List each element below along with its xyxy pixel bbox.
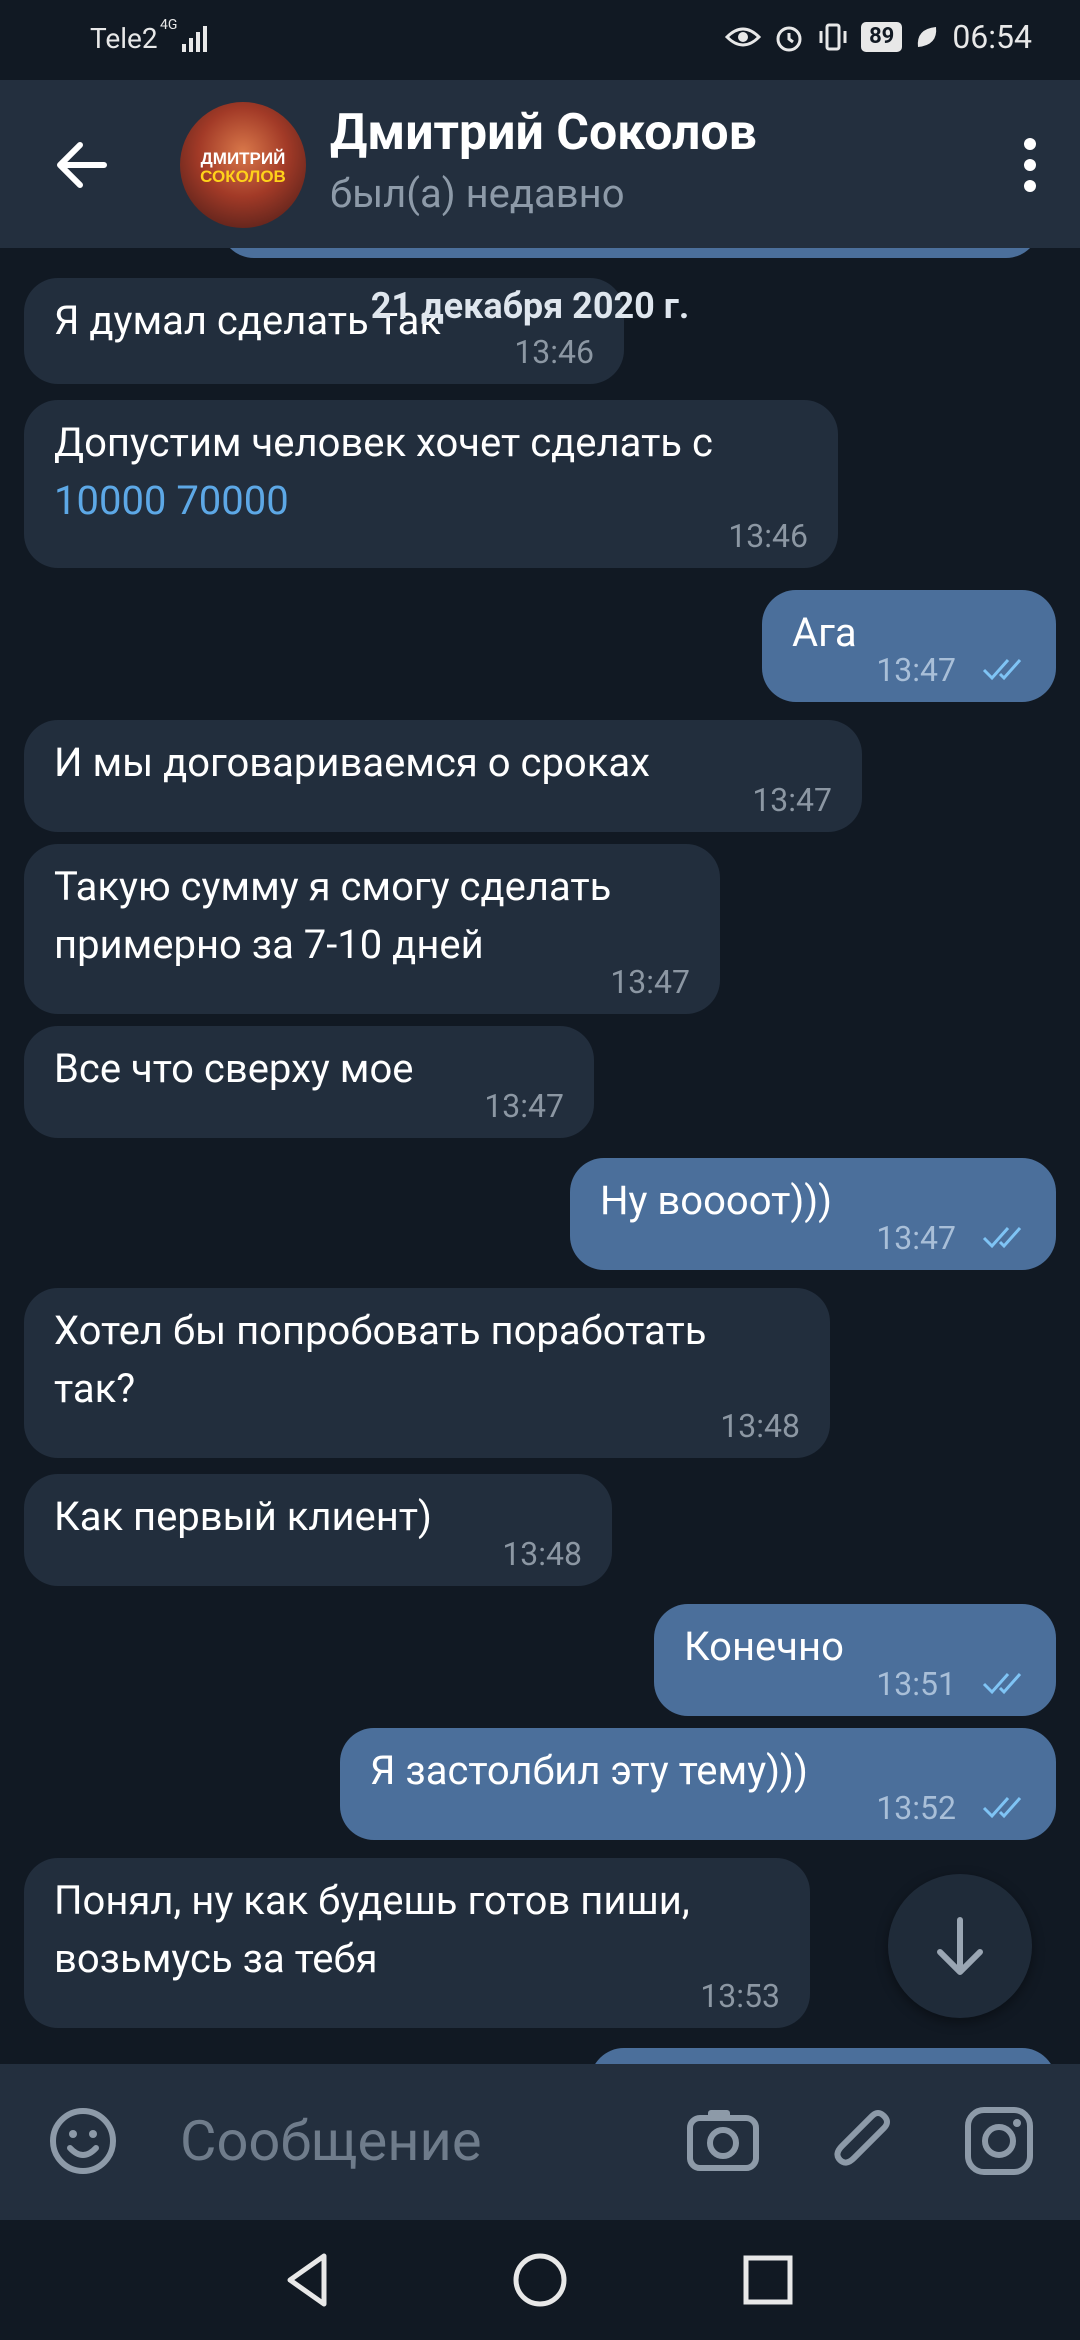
message-text: И мы договариваемся о сроках — [54, 739, 650, 786]
message-text-line2: так? — [54, 1365, 136, 1412]
message-time: 13:46 — [728, 517, 808, 555]
nav-recents-icon[interactable] — [732, 2244, 804, 2316]
message-time: 13:48 — [502, 1535, 582, 1573]
message-text-line2: возьмусь за тебя — [54, 1935, 378, 1982]
message-in[interactable]: Хотел бы попробовать поработать так? 13:… — [24, 1288, 830, 1458]
avatar-text-line2: СОКОЛОВ — [200, 167, 286, 186]
message-in[interactable]: Понял, ну как будешь готов пиши, возьмус… — [24, 1858, 810, 2028]
chat-header: ДМИТРИЙ СОКОЛОВ Дмитрий Соколов был(а) н… — [0, 80, 1080, 248]
avatar[interactable]: ДМИТРИЙ СОКОЛОВ — [180, 102, 306, 228]
message-time: 13:47 — [610, 963, 690, 1001]
paperclip-icon[interactable] — [820, 2096, 910, 2186]
partial-message-bubble — [590, 2048, 1056, 2064]
message-time: 13:52 — [876, 1789, 956, 1827]
message-in[interactable]: Допустим человек хочет сделать с 10000 7… — [24, 400, 838, 568]
message-text: Допустим человек хочет сделать с — [54, 419, 713, 466]
message-time: 13:47 — [484, 1087, 564, 1125]
contact-status: был(а) недавно — [330, 170, 625, 217]
message-time: 13:51 — [876, 1665, 956, 1703]
message-out[interactable]: Я застолбил эту тему))) 13:52 — [340, 1728, 1056, 1840]
message-time: 13:47 — [876, 651, 956, 689]
clock: 06:54 — [952, 18, 1032, 56]
signal-icon — [182, 26, 207, 52]
chat-area[interactable]: Я думал сделать так 13:46 21 декабря 202… — [0, 248, 1080, 2064]
arrow-down-icon — [937, 1917, 983, 1975]
network-type: 4G — [160, 17, 178, 33]
double-check-icon — [982, 659, 1022, 681]
partial-message-bubble — [220, 248, 1040, 258]
double-check-icon — [982, 1797, 1022, 1819]
camera-icon[interactable] — [678, 2096, 768, 2186]
message-text-line1: Такую сумму я смогу сделать — [54, 863, 612, 910]
message-input-bar: Сообщение — [0, 2064, 1080, 2220]
message-text: Ага — [792, 609, 857, 656]
message-link[interactable]: 10000 70000 — [54, 472, 808, 530]
carrier-label: Tele2 — [90, 22, 158, 55]
alarm-icon — [776, 26, 802, 52]
message-in[interactable]: Такую сумму я смогу сделать примерно за … — [24, 844, 720, 1014]
message-text-line2: примерно за 7-10 дней — [54, 921, 484, 968]
message-time: 13:53 — [700, 1977, 780, 2015]
message-out[interactable]: Ну вооoот))) 13:47 — [570, 1158, 1056, 1270]
message-text: Ну вооoот))) — [600, 1177, 833, 1224]
message-in[interactable]: Как первый клиент) 13:48 — [24, 1474, 612, 1586]
arrow-left-icon[interactable] — [38, 120, 128, 210]
message-text-line1: Понял, ну как будешь готов пиши, — [54, 1877, 690, 1924]
leaf-icon — [918, 27, 937, 47]
message-text: Конечно — [684, 1623, 844, 1670]
nav-home-icon[interactable] — [504, 2244, 576, 2316]
date-separator: 21 декабря 2020 г. — [370, 285, 690, 327]
message-time: 13:48 — [720, 1407, 800, 1445]
nav-back-icon[interactable] — [272, 2244, 344, 2316]
double-check-icon — [982, 1673, 1022, 1695]
system-navigation-bar — [0, 2220, 1080, 2340]
message-text-line1: Хотел бы попробовать поработать — [54, 1307, 707, 1354]
double-check-icon — [982, 1227, 1022, 1249]
message-text: Все что сверху мое — [54, 1045, 414, 1092]
smile-icon[interactable] — [38, 2096, 128, 2186]
message-input[interactable]: Сообщение — [180, 2108, 482, 2174]
message-text: Я застолбил эту тему))) — [370, 1747, 808, 1794]
status-bar: Tele2 4G 89 06:54 — [0, 0, 1080, 80]
vibrate-icon — [819, 23, 847, 51]
message-out[interactable]: Конечно 13:51 — [654, 1604, 1056, 1716]
contact-name[interactable]: Дмитрий Соколов — [330, 104, 757, 162]
message-time: 13:46 — [514, 333, 594, 371]
message-in[interactable]: Все что сверху мое 13:47 — [24, 1026, 594, 1138]
instagram-icon[interactable] — [954, 2096, 1044, 2186]
message-time: 13:47 — [876, 1219, 956, 1257]
message-text: Как первый клиент) — [54, 1493, 432, 1540]
avatar-text-line1: ДМИТРИЙ — [200, 149, 286, 168]
battery-indicator: 89 — [861, 22, 903, 52]
message-out[interactable]: Ага 13:47 — [762, 590, 1056, 702]
eye-icon — [725, 27, 762, 47]
scroll-down-button[interactable] — [888, 1874, 1032, 2018]
message-in[interactable]: И мы договариваемся о сроках 13:47 — [24, 720, 862, 832]
more-vertical-icon[interactable] — [1000, 120, 1060, 210]
message-time: 13:47 — [752, 781, 832, 819]
